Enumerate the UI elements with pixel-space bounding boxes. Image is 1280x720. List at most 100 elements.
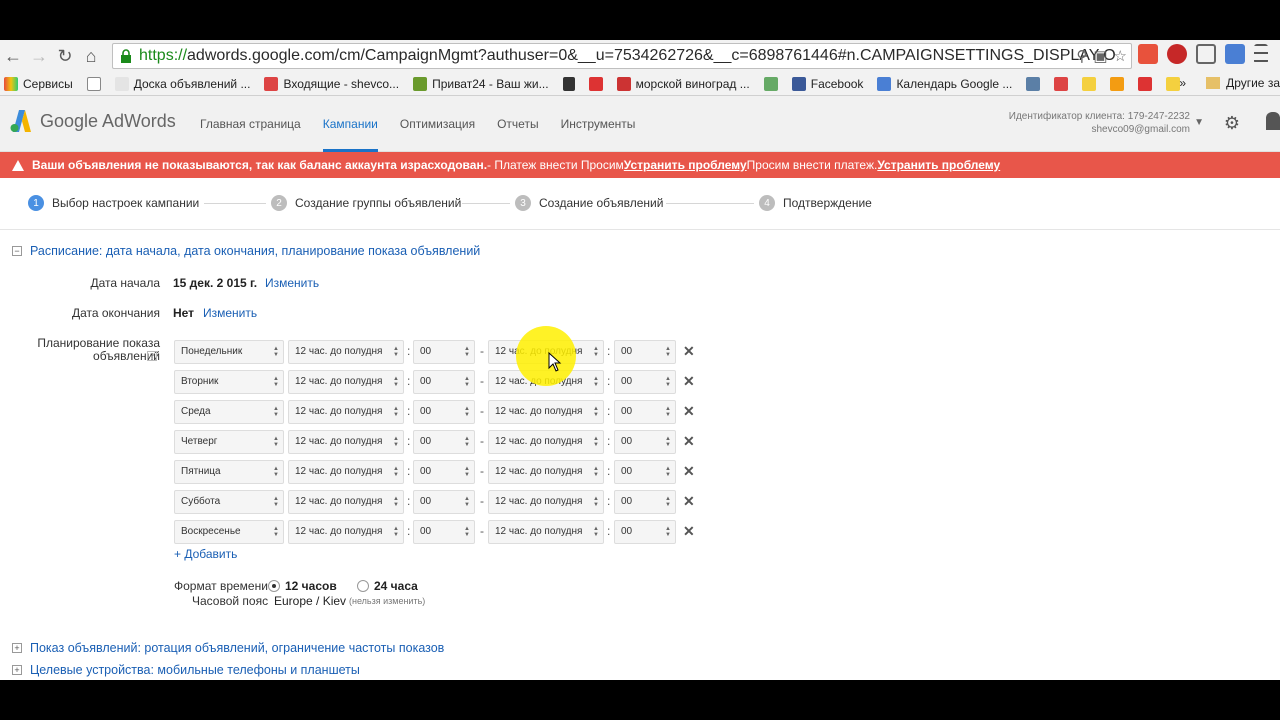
mouse-cursor-icon — [548, 352, 562, 372]
format-12h-radio[interactable] — [268, 580, 280, 592]
window-icon[interactable] — [1196, 44, 1216, 64]
remove-row-icon[interactable]: ✕ — [683, 343, 695, 360]
fix-problem-link-2[interactable]: Устранить проблему — [877, 158, 1000, 172]
day-select[interactable]: Среда ▲▼ — [174, 400, 284, 424]
ad-delivery-section-toggle[interactable]: + Показ объявлений: ротация объявлений, … — [12, 641, 444, 655]
bookmark-gmail2[interactable] — [1054, 76, 1069, 91]
start-hour-select[interactable]: 12 час. до полудня ▲▼ — [288, 340, 404, 364]
translate-icon[interactable]: ▣ — [1093, 47, 1107, 65]
end-hour-select[interactable]: 12 час. до полудня▲▼ — [488, 460, 604, 484]
change-end-date-link[interactable]: Изменить — [203, 306, 257, 320]
start-hour-select[interactable]: 12 час. до полудня ▲▼ — [288, 520, 404, 544]
format-24h-radio[interactable] — [357, 580, 369, 592]
forward-icon[interactable]: → — [26, 43, 52, 69]
start-minute-select[interactable]: 00 ▲▼ — [413, 460, 475, 484]
bookmark-puzzle[interactable] — [763, 76, 778, 91]
extension-adblock-icon[interactable] — [1167, 44, 1187, 64]
end-hour-select[interactable]: 12 час. до полудня▲▼ — [488, 430, 604, 454]
format-24h-label[interactable]: 24 часа — [374, 579, 418, 593]
remove-row-icon[interactable]: ✕ — [683, 373, 695, 390]
bell-icon[interactable] — [1266, 112, 1280, 130]
nav-campaigns[interactable]: Кампании — [322, 96, 378, 152]
home-icon[interactable]: ⌂ — [78, 43, 104, 69]
account-info[interactable]: Идентификатор клиента: 179-247-2232 shev… — [1009, 110, 1190, 136]
day-select[interactable]: Суббота ▲▼ — [174, 490, 284, 514]
day-select[interactable]: Понедельник ▲▼ — [174, 340, 284, 364]
start-hour-select[interactable]: 12 час. до полудня ▲▼ — [288, 460, 404, 484]
bookmark-page-icon[interactable] — [86, 76, 101, 91]
bookmark-gmail[interactable]: Входящие - shevco... — [264, 76, 399, 91]
start-minute-select[interactable]: 00 ▲▼ — [413, 490, 475, 514]
start-hour-select[interactable]: 12 час. до полудня ▲▼ — [288, 430, 404, 454]
remove-row-icon[interactable]: ✕ — [683, 523, 695, 540]
spinner-icon: ▲▼ — [464, 466, 470, 478]
add-schedule-link[interactable]: + Добавить — [174, 547, 237, 561]
change-start-date-link[interactable]: Изменить — [265, 276, 319, 290]
nav-home[interactable]: Главная страница — [200, 96, 301, 152]
page-icon — [86, 76, 101, 91]
bookmark-privat24[interactable]: Приват24 - Ваш жи... — [413, 76, 549, 91]
start-minute-select[interactable]: 00 ▲▼ — [413, 430, 475, 454]
format-12h-label[interactable]: 12 часов — [285, 579, 337, 593]
end-hour-select[interactable]: 12 час. до полудня▲▼ — [488, 520, 604, 544]
bookmark-red2[interactable] — [1138, 76, 1153, 91]
end-minute-select[interactable]: 00 ▲▼ — [614, 430, 676, 454]
menu-icon[interactable] — [1254, 44, 1268, 64]
account-dropdown-icon[interactable]: ▼ — [1194, 117, 1204, 128]
start-hour-select[interactable]: 12 час. до полудня ▲▼ — [288, 400, 404, 424]
bookmarks-overflow-icon[interactable]: » — [1179, 76, 1186, 90]
extension-plus-icon[interactable] — [1138, 44, 1158, 64]
adwords-logo[interactable]: Google AdWords — [10, 110, 176, 132]
spinner-icon: ▲▼ — [593, 346, 599, 358]
start-hour-select[interactable]: 12 час. до полудня ▲▼ — [288, 490, 404, 514]
help-icon[interactable]: ? — [147, 351, 157, 361]
bookmark-red[interactable] — [588, 76, 603, 91]
start-minute-select[interactable]: 00 ▲▼ — [413, 520, 475, 544]
bookmark-vk[interactable] — [1026, 76, 1041, 91]
bookmark-grapes[interactable]: морской виноград ... — [616, 76, 750, 91]
other-bookmarks[interactable]: Другие за — [1226, 76, 1280, 90]
remove-row-icon[interactable]: ✕ — [683, 403, 695, 420]
bookmark-yellow2[interactable] — [1166, 76, 1181, 91]
extension-translate-icon[interactable] — [1225, 44, 1245, 64]
end-minute-select[interactable]: 00 ▲▼ — [614, 520, 676, 544]
bookmark-yellow[interactable] — [1082, 76, 1097, 91]
bookmark-services[interactable]: Сервисы — [4, 76, 73, 91]
back-icon[interactable]: ← — [0, 43, 26, 69]
bookmark-home[interactable] — [562, 76, 575, 91]
nav-reports[interactable]: Отчеты — [497, 96, 538, 152]
start-minute-select[interactable]: 00 ▲▼ — [413, 340, 475, 364]
end-minute-select[interactable]: 00 ▲▼ — [614, 460, 676, 484]
day-select[interactable]: Вторник ▲▼ — [174, 370, 284, 394]
bookmark-calendar[interactable]: Календарь Google ... — [877, 76, 1012, 91]
fix-problem-link[interactable]: Устранить проблему — [624, 158, 747, 172]
bookmark-olx[interactable]: Доска объявлений ... — [114, 76, 250, 91]
devices-section-toggle[interactable]: + Целевые устройства: мобильные телефоны… — [12, 663, 360, 677]
end-minute-select[interactable]: 00 ▲▼ — [614, 340, 676, 364]
end-minute-select[interactable]: 00 ▲▼ — [614, 370, 676, 394]
end-hour-select[interactable]: 12 час. до полудня▲▼ — [488, 490, 604, 514]
remove-row-icon[interactable]: ✕ — [683, 433, 695, 450]
bookmark-facebook[interactable]: Facebook — [791, 76, 863, 91]
spinner-icon: ▲▼ — [593, 466, 599, 478]
end-hour-select[interactable]: 12 час. до полудня▲▼ — [488, 400, 604, 424]
end-minute-select[interactable]: 00 ▲▼ — [614, 400, 676, 424]
day-select[interactable]: Четверг ▲▼ — [174, 430, 284, 454]
nav-optimization[interactable]: Оптимизация — [400, 96, 475, 152]
start-minute-select[interactable]: 00 ▲▼ — [413, 370, 475, 394]
remove-row-icon[interactable]: ✕ — [683, 493, 695, 510]
remove-row-icon[interactable]: ✕ — [683, 463, 695, 480]
day-select[interactable]: Воскресенье ▲▼ — [174, 520, 284, 544]
star-icon[interactable]: ☆ — [1114, 47, 1127, 65]
start-hour-select[interactable]: 12 час. до полудня ▲▼ — [288, 370, 404, 394]
schedule-section-toggle[interactable]: − Расписание: дата начала, дата окончани… — [12, 244, 480, 258]
day-select[interactable]: Пятница ▲▼ — [174, 460, 284, 484]
reload-icon[interactable]: ↻ — [52, 43, 78, 69]
gear-icon[interactable]: ⚙ — [1224, 113, 1240, 134]
bookmark-ok[interactable] — [1110, 76, 1125, 91]
nav-tools[interactable]: Инструменты — [561, 96, 636, 152]
address-bar[interactable]: https://adwords.google.com/cm/CampaignMg… — [112, 43, 1132, 69]
start-minute-select[interactable]: 00 ▲▼ — [413, 400, 475, 424]
end-minute-select[interactable]: 00 ▲▼ — [614, 490, 676, 514]
search-icon[interactable]: ⚲ — [1076, 47, 1087, 65]
